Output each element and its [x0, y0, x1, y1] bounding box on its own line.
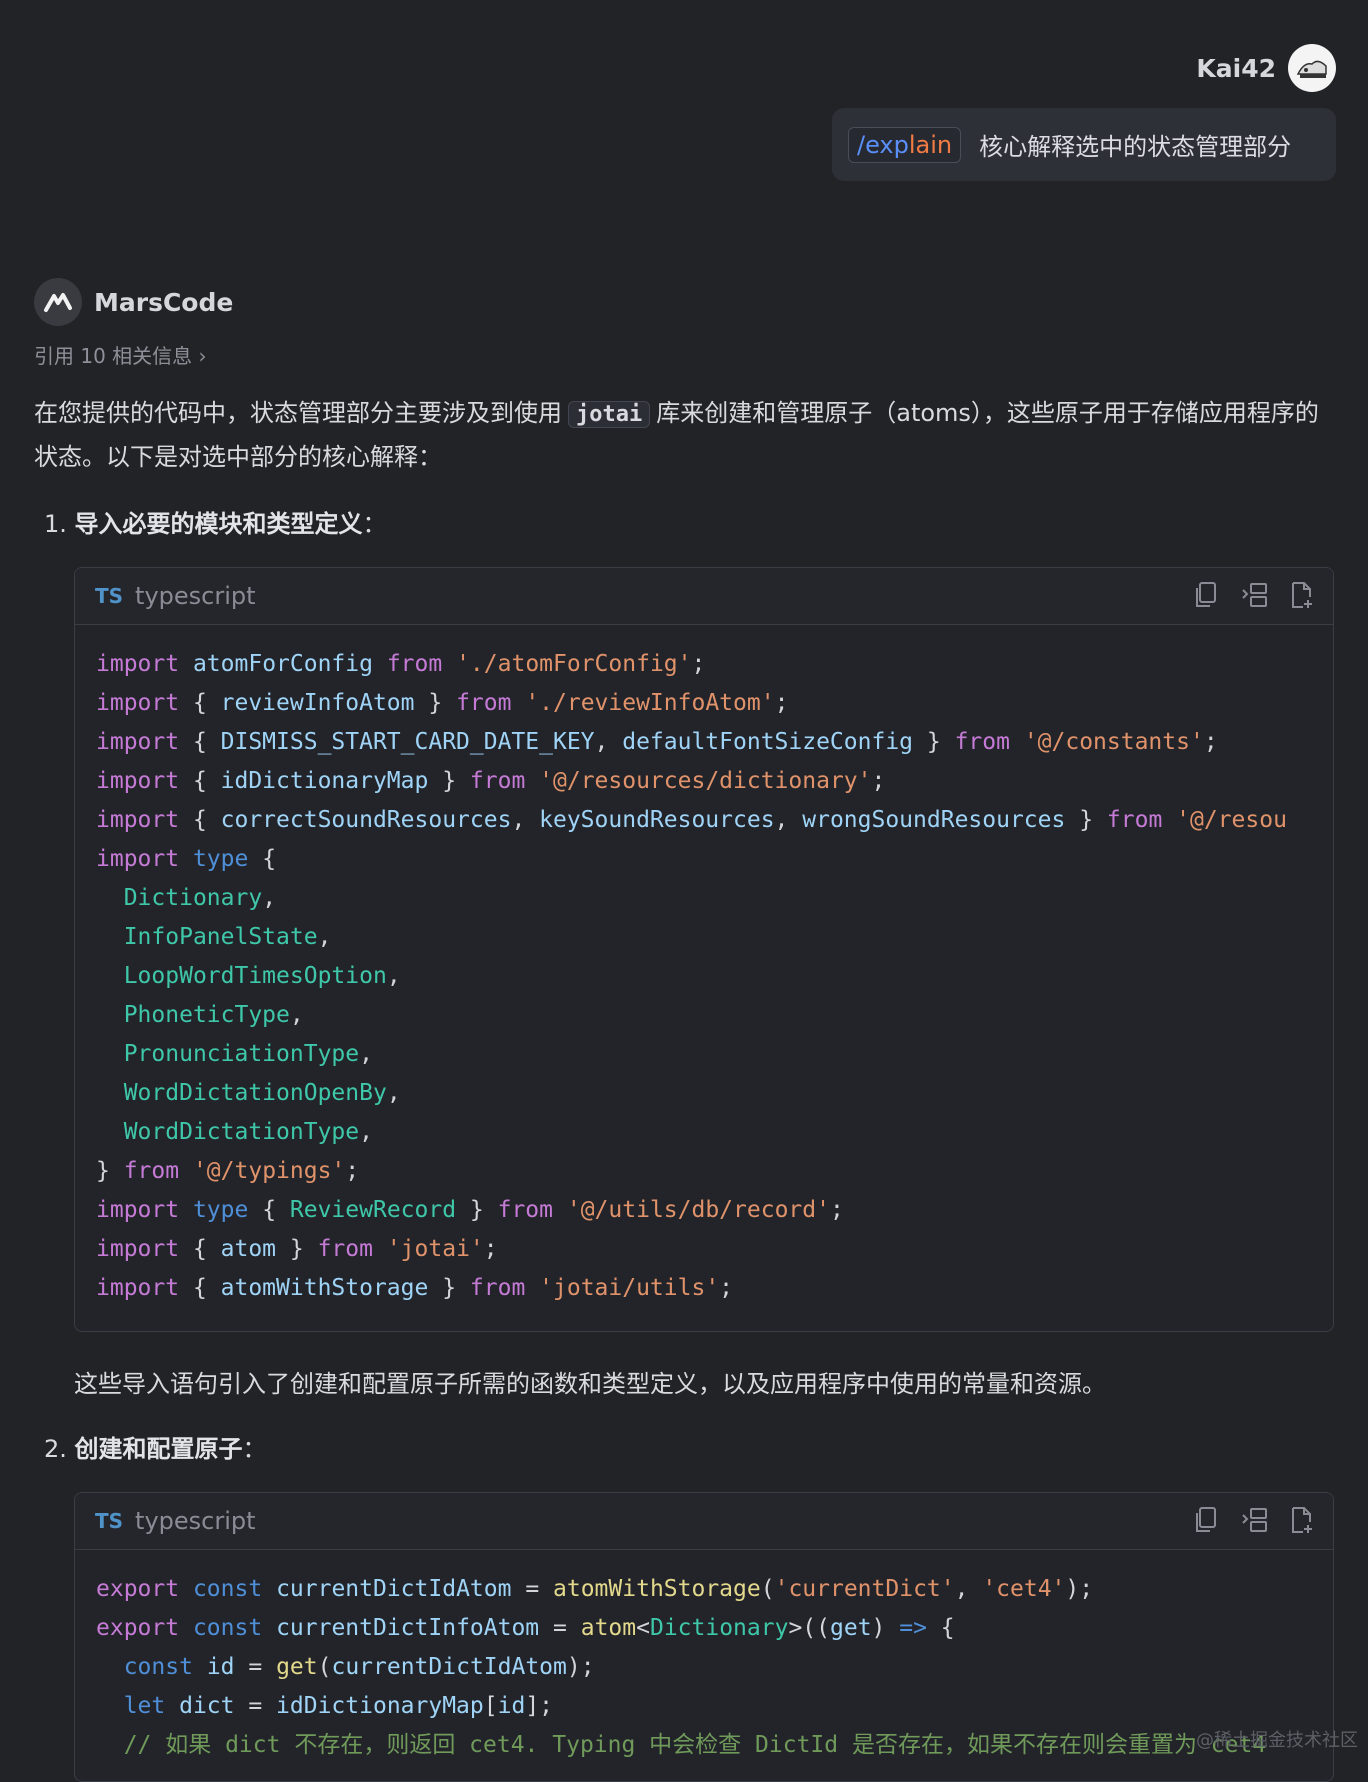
code-line: InfoPanelState, — [123, 924, 332, 950]
watermark: @稀土掘金技术社区 — [1196, 1730, 1358, 1751]
typescript-badge: TS — [95, 584, 124, 608]
code-actions — [1193, 580, 1315, 610]
section-number: 2. — [44, 1435, 67, 1463]
code-line: const id = get(currentDictIdAtom); — [123, 1654, 595, 1680]
prompt-text: 核心解释选中的状态管理部分 — [979, 133, 1292, 161]
section-colon: ： — [362, 510, 387, 538]
explain-command-chip[interactable]: /explain — [848, 126, 962, 163]
code-line: PhoneticType, — [123, 1002, 304, 1028]
references-link[interactable]: 引用 10 相关信息 › — [34, 340, 207, 369]
code-line: export const currentDictInfoAtom = atom<… — [96, 1615, 955, 1641]
code-line: WordDictationOpenBy, — [123, 1080, 401, 1106]
typescript-badge: TS — [95, 1509, 124, 1533]
code-line: import { correctSoundResources, keySound… — [96, 807, 1287, 833]
code-line: import { reviewInfoAtom } from './review… — [96, 690, 789, 716]
section-1-heading: 1. 导入必要的模块和类型定义： — [44, 504, 387, 539]
intro-text-before: 在您提供的代码中，状态管理部分主要涉及到使用 — [34, 399, 562, 427]
code-language: typescript — [135, 1507, 256, 1535]
section-title: 导入必要的模块和类型定义 — [74, 510, 363, 538]
code-line: } from '@/typings'; — [96, 1158, 360, 1184]
section-colon: ： — [242, 1435, 267, 1463]
code-line: Dictionary, — [123, 885, 277, 911]
command-part2: lain — [908, 130, 953, 159]
new-file-icon[interactable] — [1289, 1505, 1315, 1535]
code-body: export const currentDictIdAtom = atomWit… — [75, 1550, 1333, 1765]
code-line: import { atomWithStorage } from 'jotai/u… — [96, 1275, 734, 1301]
code-block-atoms: TS typescript export const currentDictId… — [74, 1492, 1334, 1782]
code-block-header: TS typescript — [75, 568, 1333, 625]
user-avatar[interactable] — [1288, 44, 1336, 92]
bot-header: MarsCode — [34, 278, 233, 326]
code-line: WordDictationType, — [123, 1119, 373, 1145]
code-line: import { idDictionaryMap } from '@/resou… — [96, 768, 886, 794]
code-line: // 如果 dict 不存在，则返回 cet4. Typing 中会检查 Dic… — [96, 1732, 1267, 1758]
insert-code-icon[interactable] — [1241, 580, 1267, 610]
code-language: typescript — [135, 582, 256, 610]
code-line: import { DISMISS_START_CARD_DATE_KEY, de… — [96, 729, 1218, 755]
copy-icon[interactable] — [1193, 580, 1219, 610]
code-actions — [1193, 1505, 1315, 1535]
section-number: 1. — [44, 510, 67, 538]
user-header: Kai42 — [1196, 44, 1336, 92]
avatar-drawing-icon — [1296, 60, 1327, 78]
code-line: export const currentDictIdAtom = atomWit… — [96, 1576, 1094, 1602]
copy-icon[interactable] — [1193, 1505, 1219, 1535]
section-1-description: 这些导入语句引入了创建和配置原子所需的函数和类型定义，以及应用程序中使用的常量和… — [74, 1370, 1106, 1398]
section-2-heading: 2. 创建和配置原子： — [44, 1429, 267, 1464]
insert-code-icon[interactable] — [1241, 1505, 1267, 1535]
code-body: import atomForConfig from './atomForConf… — [75, 625, 1333, 1308]
intro-paragraph: 在您提供的代码中，状态管理部分主要涉及到使用 jotai 库来创建和管理原子（ato… — [34, 392, 1334, 478]
code-block-imports: TS typescript import atomForConfig from … — [74, 567, 1334, 1332]
code-line: import { atom } from 'jotai'; — [96, 1236, 498, 1262]
code-line: PronunciationType, — [123, 1041, 373, 1067]
code-block-header: TS typescript — [75, 1493, 1333, 1550]
new-file-icon[interactable] — [1289, 580, 1315, 610]
user-name: Kai42 — [1196, 53, 1276, 83]
marscode-logo-icon — [34, 278, 82, 326]
code-line: import atomForConfig from './atomForConf… — [96, 651, 706, 677]
code-line: LoopWordTimesOption, — [123, 963, 401, 989]
code-line: import type { ReviewRecord } from '@/uti… — [96, 1197, 844, 1223]
bot-name: MarsCode — [94, 287, 234, 317]
code-line: import type { — [96, 846, 277, 872]
user-prompt-bubble: /explain 核心解释选中的状态管理部分 — [832, 108, 1336, 181]
section-title: 创建和配置原子 — [74, 1435, 243, 1463]
inline-code-jotai: jotai — [568, 401, 651, 428]
command-part1: /exp — [857, 130, 909, 159]
code-line: let dict = idDictionaryMap[id]; — [123, 1693, 554, 1719]
